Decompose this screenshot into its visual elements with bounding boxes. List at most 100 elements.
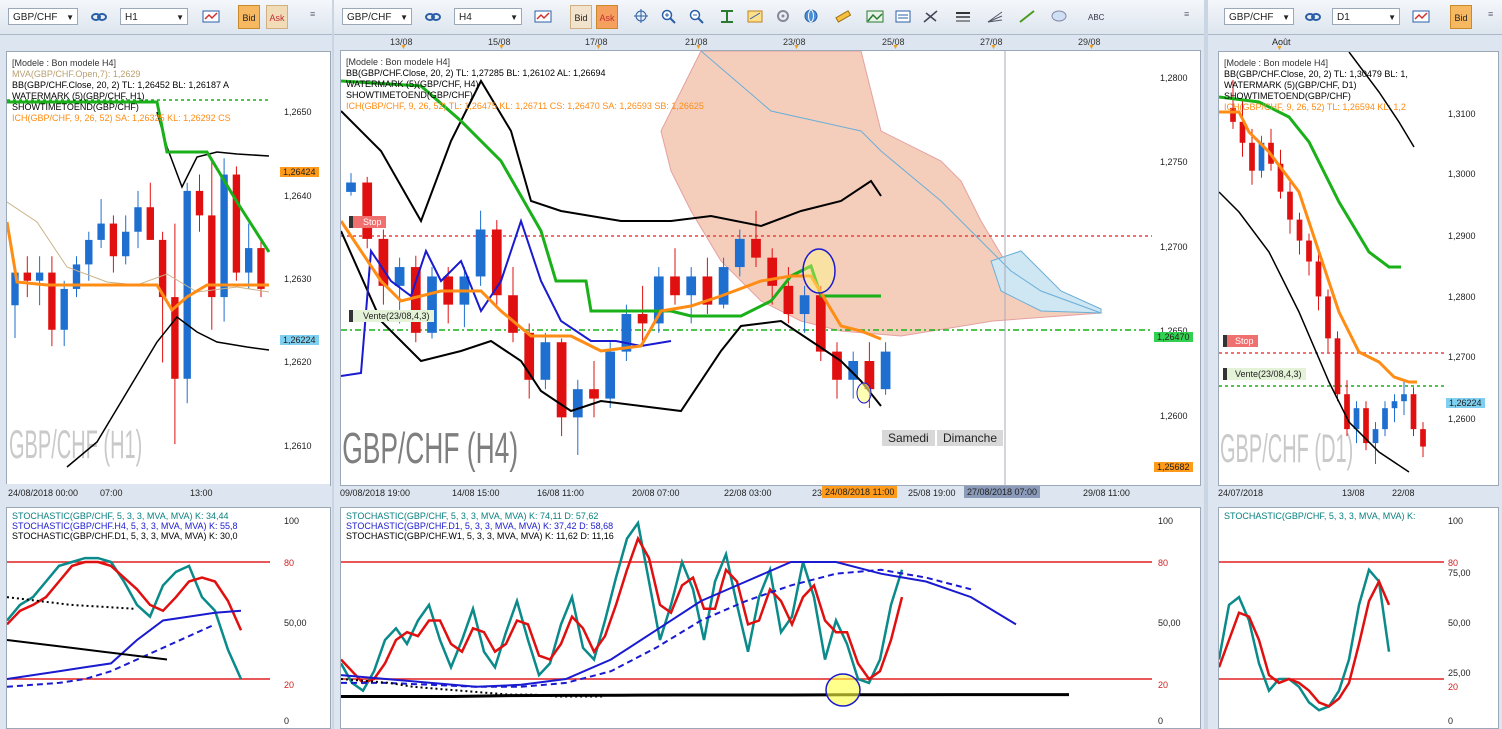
settings-icon[interactable] xyxy=(774,9,792,24)
candle xyxy=(60,288,68,330)
timeframe-select[interactable]: H4 ▼ xyxy=(454,8,522,25)
price-axis-d1: 1,3100 1,3000 1,2900 1,2800 1,2700 1,260… xyxy=(1444,51,1499,486)
stoch-d-line xyxy=(1219,578,1391,708)
price-tick: 1,2600 xyxy=(1160,411,1188,421)
chart-type-icon[interactable] xyxy=(1412,9,1430,24)
highlight-circle xyxy=(856,382,872,404)
ellipse-icon[interactable] xyxy=(1050,9,1068,24)
zoom-out-icon[interactable] xyxy=(688,9,706,24)
price-plot-d1: GBP/CHF (D1) xyxy=(1219,52,1445,473)
price-plot-h4: GBP/CHF (H4) xyxy=(341,51,1153,485)
candle xyxy=(109,223,118,257)
candle xyxy=(783,285,794,315)
price-chart-h4[interactable]: GBP/CHF (H4) [Modele : Bon modele H4] BB… xyxy=(340,50,1154,486)
legend-line: MVA(GBP/CHF.Open,7): 1,2629 xyxy=(12,69,141,79)
time-tick: 09/08/2018 19:00 xyxy=(340,488,411,498)
indicator-icon[interactable] xyxy=(746,9,764,24)
date-ruler-h4: 13/08 ▼ 15/08 ▼ 17/08 ▼ 21/08 ▼ 23/08 ▼ 25/08 ▼ 27/0… xyxy=(340,34,1200,51)
link-icon[interactable] xyxy=(424,9,442,24)
symbol-value: GBP/CHF xyxy=(347,12,392,23)
link-icon[interactable] xyxy=(1304,9,1322,24)
date-ruler-d1: Août ▼ xyxy=(1218,34,1498,52)
stoch-tick: 0 xyxy=(284,716,290,726)
stoch-tick: 20 xyxy=(1448,682,1459,692)
price-tick: 1,2600 xyxy=(1448,414,1476,424)
legend-line: BB(GBP/CHF.Close, 20, 2) TL: 1,30479 BL:… xyxy=(1224,69,1408,79)
symbol-select[interactable]: GBP/CHF ▼ xyxy=(8,8,78,25)
candle xyxy=(589,389,599,399)
candle xyxy=(1391,401,1398,409)
candle xyxy=(122,231,130,257)
bid-button[interactable]: Bid xyxy=(1450,5,1472,29)
candle xyxy=(572,389,583,418)
candle xyxy=(1382,408,1388,430)
candle xyxy=(85,239,93,265)
timeframe-select[interactable]: D1 ▼ xyxy=(1332,8,1400,25)
stop-label[interactable]: Stop xyxy=(349,216,386,228)
price-tick: 1,3000 xyxy=(1448,169,1476,179)
stoch-tick: 50,00 xyxy=(284,618,307,628)
legend-line: SHOWTIMETOEND(GBP/CHF) xyxy=(12,102,139,112)
globe-icon[interactable] xyxy=(802,9,820,24)
symbol-select[interactable]: GBP/CHF ▼ xyxy=(342,8,412,25)
time-axis-d1: 24/07/2018 13/08 22/08 xyxy=(1218,484,1498,500)
price-tag-orange: 1,26424 xyxy=(280,167,319,177)
bid-button[interactable]: Bid xyxy=(570,5,592,29)
stoch-axis-h1: 100 80 50,00 20 0 xyxy=(270,507,331,729)
vente-label[interactable]: Vente(23/08,4,3) xyxy=(349,310,434,322)
time-tag-end: 27/08/2018 07:00 xyxy=(964,486,1041,498)
stoch-chart-h4[interactable]: STOCHASTIC(GBP/CHF, 5, 3, 3, MVA, MVA) K… xyxy=(340,507,1154,729)
time-tick: 24/08/2018 00:00 xyxy=(8,488,79,498)
candle xyxy=(257,248,265,289)
candle xyxy=(718,267,729,305)
legend-line: SHOWTIMETOEND(GBP/CHF) xyxy=(346,90,473,100)
bid-button[interactable]: Bid xyxy=(238,5,260,29)
stoch-chart-d1[interactable]: STOCHASTIC(GBP/CHF, 5, 3, 3, MVA, MVA) K… xyxy=(1218,507,1446,729)
zoom-in-icon[interactable] xyxy=(660,9,678,24)
more-icon[interactable]: ≡ xyxy=(310,9,320,24)
ask-button[interactable]: Ask xyxy=(266,5,288,29)
candle xyxy=(1401,394,1407,402)
chevron-down-icon: ▼ xyxy=(400,13,408,22)
stop-label[interactable]: Stop xyxy=(1223,335,1258,347)
fan-icon[interactable] xyxy=(986,9,1004,24)
fit-icon[interactable] xyxy=(718,9,736,24)
trendline-icon[interactable] xyxy=(1018,9,1036,24)
text-tool-icon[interactable]: ABC xyxy=(1086,9,1105,24)
time-tick: 22/08 xyxy=(1392,488,1415,498)
stoch-tick: 100 xyxy=(1448,516,1464,526)
stoch-plot-h1 xyxy=(7,556,271,688)
more-icon[interactable]: ≡ xyxy=(1184,9,1194,24)
more-icon[interactable]: ≡ xyxy=(1488,9,1498,24)
timeframe-select[interactable]: H1 ▼ xyxy=(120,8,188,25)
chart-type-icon[interactable] xyxy=(534,9,552,24)
stoch-chart-h1[interactable]: STOCHASTIC(GBP/CHF, 5, 3, 3, MVA, MVA) K… xyxy=(6,507,272,729)
ask-button[interactable]: Ask xyxy=(596,5,618,29)
ruler-icon[interactable] xyxy=(834,9,852,24)
price-axis-h1: 1,2650 1,2640 1,2630 1,2620 1,2610 1,264… xyxy=(270,51,331,486)
stoch-axis-h4: 100 80 50,00 20 0 xyxy=(1152,507,1201,729)
symbol-select[interactable]: GBP/CHF ▼ xyxy=(1224,8,1294,25)
candle xyxy=(508,295,518,333)
price-chart-h1[interactable]: GBP/CHF (H1) [Modele : Bon modele H4] MV… xyxy=(6,51,272,486)
crosshair-icon[interactable] xyxy=(632,9,650,24)
drawing-tools-icon[interactable] xyxy=(922,9,940,24)
price-chart-d1[interactable]: GBP/CHF (D1) [Modele : Bon modele H4] BB… xyxy=(1218,51,1446,486)
stoch-tick: 25,00 xyxy=(1448,668,1471,678)
image-icon[interactable] xyxy=(866,9,884,24)
legend-h1: [Modele : Bon modele H4] MVA(GBP/CHF.Ope… xyxy=(12,58,231,124)
timeframe-value: H1 xyxy=(125,12,138,23)
candle xyxy=(491,229,502,296)
candle xyxy=(394,267,405,286)
panel-h1: GBP/CHF ▼ H1 ▼ Bid Ask ≡ GBP/CHF (H1) [Mod… xyxy=(0,0,332,729)
line-style-icon[interactable] xyxy=(954,9,972,24)
vente-label[interactable]: Vente(23/08,4,3) xyxy=(1223,368,1306,380)
price-tick: 1,2800 xyxy=(1160,73,1188,83)
link-icon[interactable] xyxy=(90,9,108,24)
legend-line: ICH(GBP/CHF, 9, 26, 52) TL: 1,26594 KL: … xyxy=(1224,102,1406,112)
stoch-legend-line: STOCHASTIC(GBP/CHF, 5, 3, 3, MVA, MVA) K… xyxy=(12,511,229,521)
stoch-tick: 80 xyxy=(284,558,295,568)
chart-type-icon[interactable] xyxy=(202,9,220,24)
stoch-h4-signal xyxy=(7,623,216,688)
template-icon[interactable] xyxy=(894,9,912,24)
